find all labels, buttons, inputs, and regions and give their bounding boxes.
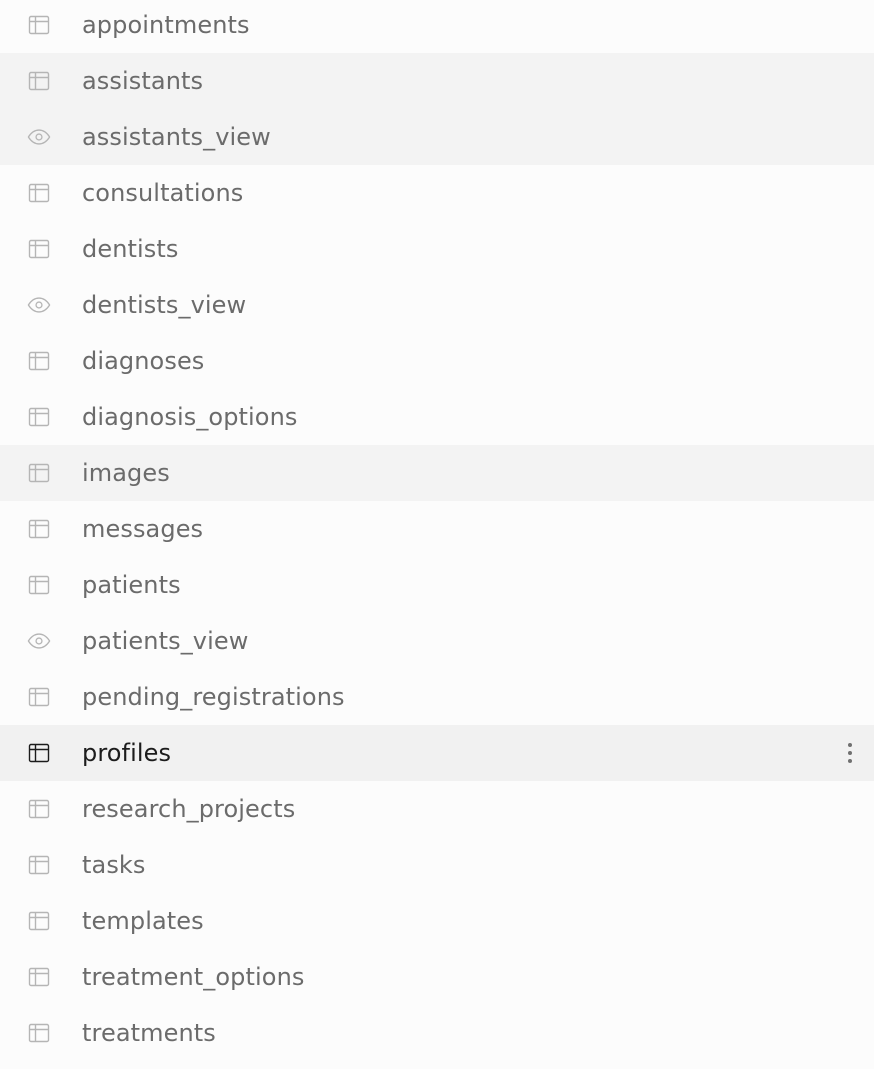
list-item-label: templates: [82, 907, 204, 935]
list-item-diagnoses[interactable]: diagnoses: [0, 333, 874, 389]
table-icon: [27, 349, 51, 373]
list-item-consultations[interactable]: consultations: [0, 165, 874, 221]
table-icon: [27, 1021, 51, 1045]
table-icon: [27, 573, 51, 597]
list-item-label: assistants: [82, 67, 204, 95]
list-item-label: tasks: [82, 851, 146, 879]
list-item-diagnosis-options[interactable]: diagnosis_options: [0, 389, 874, 445]
list-item-tasks[interactable]: tasks: [0, 837, 874, 893]
list-item-templates[interactable]: templates: [0, 893, 874, 949]
list-item-treatment-options[interactable]: treatment_options: [0, 949, 874, 1005]
list-item-label: profiles: [82, 739, 172, 767]
list-item-assistants-view[interactable]: assistants_view: [0, 109, 874, 165]
list-item-label: patients: [82, 571, 181, 599]
list-item-label: diagnosis_options: [82, 403, 298, 431]
table-icon: [27, 741, 51, 765]
list-item-label: patients_view: [82, 627, 249, 655]
list-item-dentists[interactable]: dentists: [0, 221, 874, 277]
list-item-treatments[interactable]: treatments: [0, 1005, 874, 1061]
list-item-label: assistants_view: [82, 123, 271, 151]
list-item-patients[interactable]: patients: [0, 557, 874, 613]
table-icon: [27, 69, 51, 93]
list-item-profiles[interactable]: profiles: [0, 725, 874, 781]
table-icon: [27, 405, 51, 429]
list-item-label: appointments: [82, 11, 250, 39]
list-item-label: dentists_view: [82, 291, 247, 319]
more-options-icon[interactable]: [840, 739, 860, 767]
table-icon: [27, 909, 51, 933]
list-item-appointments[interactable]: appointments: [0, 0, 874, 53]
list-item-label: diagnoses: [82, 347, 205, 375]
list-item-pending-registrations[interactable]: pending_registrations: [0, 669, 874, 725]
list-item-assistants[interactable]: assistants: [0, 53, 874, 109]
table-icon: [27, 181, 51, 205]
list-item-label: dentists: [82, 235, 179, 263]
list-item-label: treatment_options: [82, 963, 305, 991]
eye-icon: [27, 125, 51, 149]
list-item-patients-view[interactable]: patients_view: [0, 613, 874, 669]
table-icon: [27, 797, 51, 821]
list-item-label: messages: [82, 515, 204, 543]
list-item-research-projects[interactable]: research_projects: [0, 781, 874, 837]
list-item-label: treatments: [82, 1019, 216, 1047]
eye-icon: [27, 293, 51, 317]
table-icon: [27, 461, 51, 485]
list-item-label: pending_registrations: [82, 683, 345, 711]
list-item-label: research_projects: [82, 795, 296, 823]
table-icon: [27, 237, 51, 261]
table-icon: [27, 965, 51, 989]
table-icon: [27, 13, 51, 37]
table-icon: [27, 517, 51, 541]
table-icon: [27, 853, 51, 877]
list-item-label: images: [82, 459, 170, 487]
list-item-dentists-view[interactable]: dentists_view: [0, 277, 874, 333]
table-icon: [27, 685, 51, 709]
eye-icon: [27, 629, 51, 653]
list-item-messages[interactable]: messages: [0, 501, 874, 557]
list-item-label: consultations: [82, 179, 244, 207]
table-list: appointments assistants assistants_view: [0, 0, 874, 1069]
list-item-images[interactable]: images: [0, 445, 874, 501]
